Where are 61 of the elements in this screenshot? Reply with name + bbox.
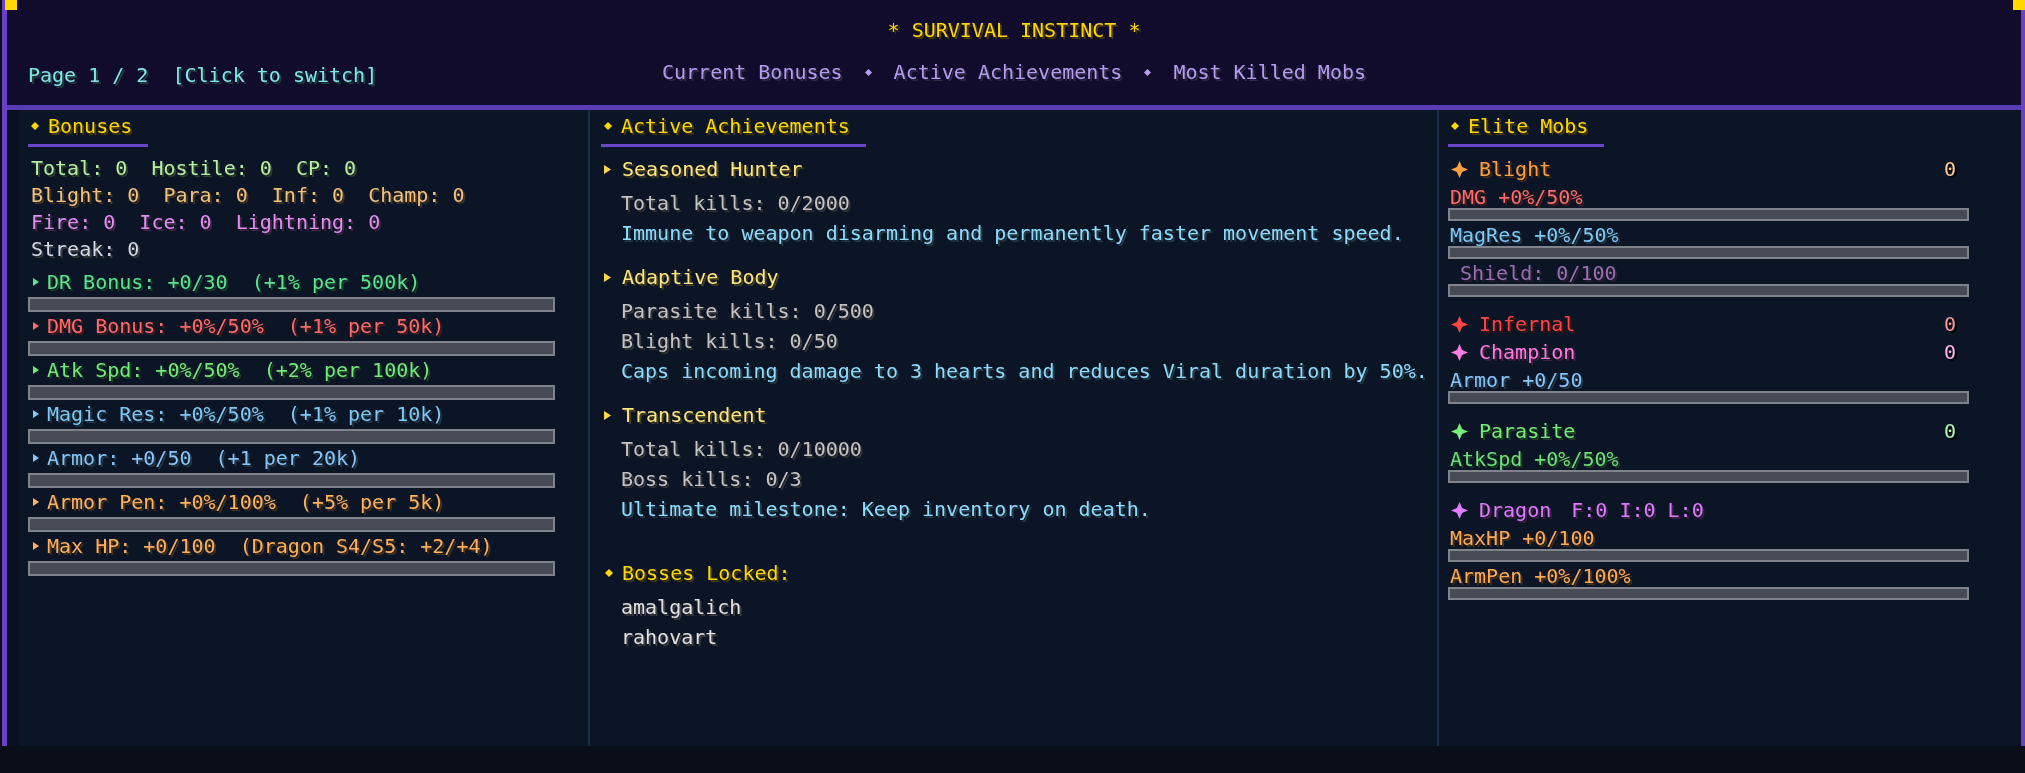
bonus-label: Magic Res: +0%/50% (+1% per 10k) (47, 401, 445, 427)
requirement-text: Total kills: 0/10000 (621, 436, 862, 463)
diamond-icon (604, 122, 612, 130)
stat-label: DMG +0%/50% (1450, 186, 1583, 208)
section-title: Bonuses (48, 114, 133, 138)
page-switch-link[interactable]: Page 1 / 2 [Click to switch] (28, 61, 378, 89)
diamond-icon (864, 68, 872, 76)
stat-label: AtkSpd +0%/50% (1450, 448, 1619, 470)
mob-name: Champion (1479, 339, 1576, 366)
mob-name: Blight (1479, 156, 1552, 183)
bonus-label: Armor: +0/50 (+1 per 20k) (47, 445, 361, 471)
diamond-icon (1144, 68, 1152, 76)
section-title: Active Achievements (621, 114, 850, 138)
bonus-label: DR Bonus: +0/30 (+1% per 500k) (47, 269, 421, 295)
requirement-text: Blight kills: 0/50 (621, 328, 838, 355)
achievement-title: Seasoned Hunter (622, 156, 803, 183)
triangle-icon (604, 164, 611, 174)
boss-name: amalgalich (621, 594, 742, 621)
stat-label: Shield: 0/100 (1460, 262, 1617, 284)
kill-count: 0 (1943, 156, 1956, 183)
kill-count: 0 (1943, 311, 1956, 338)
stat-label: Armor +0/50 (1450, 369, 1583, 391)
bonus-label: Max HP: +0/100 (Dragon S4/S5: +2/+4) (47, 533, 493, 559)
achievement-description: Immune to weapon disarming and permanently faster movement speed. (621, 220, 1404, 247)
stat-summary-text: Fire: 0 Ice: 0 Lightning: 0 (31, 209, 381, 236)
triangle-icon (604, 410, 611, 420)
element-counts: F:0 I:0 L:0 (1571, 497, 1704, 524)
stat-summary-text: Blight: 0 Para: 0 Inf: 0 Champ: 0 (31, 182, 465, 209)
achievement-title: Adaptive Body (622, 264, 779, 291)
locked-bosses-title: Bosses Locked: (622, 560, 791, 587)
kill-count: 0 (1943, 339, 1956, 366)
mob-name: Parasite (1479, 418, 1576, 445)
mob-name: Dragon (1479, 497, 1552, 524)
corner-square-icon (5, 0, 17, 10)
achievement-description: Ultimate milestone: Keep inventory on death. (621, 496, 1151, 523)
diamond-icon (605, 569, 613, 577)
bonus-label: Atk Spd: +0%/50% (+2% per 100k) (47, 357, 433, 383)
stat-summary-text: Total: 0 Hostile: 0 CP: 0 (31, 155, 357, 182)
panel-title: * SURVIVAL INSTINCT * (887, 17, 1141, 44)
requirement-text: Total kills: 0/2000 (621, 190, 850, 217)
stat-label: MaxHP +0/100 (1450, 527, 1595, 549)
bonus-label: Armor Pen: +0%/100% (+5% per 5k) (47, 489, 445, 515)
mob-name: Infernal (1479, 311, 1576, 338)
diamond-icon (31, 122, 39, 130)
diamond-icon (1451, 122, 1459, 130)
corner-square-icon (2013, 0, 2025, 10)
section-nav-label: Active Achievements (893, 59, 1123, 86)
requirement-text: Parasite kills: 0/500 (621, 298, 874, 325)
section-nav-label: Most Killed Mobs (1173, 59, 1367, 86)
stat-label: MagRes +0%/50% (1450, 224, 1619, 246)
requirement-text: Boss kills: 0/3 (621, 466, 802, 493)
triangle-icon (604, 272, 611, 282)
stat-label: ArmPen +0%/100% (1450, 565, 1631, 587)
bonus-label: DMG Bonus: +0%/50% (+1% per 50k) (47, 313, 445, 339)
stat-summary-text: Streak: 0 (31, 236, 140, 263)
achievement-description: Caps incoming damage to 3 hearts and reduces Viral duration by 50%. (621, 358, 1428, 385)
boss-name: rahovart (621, 624, 718, 651)
section-title: Elite Mobs (1468, 114, 1589, 138)
achievement-title: Transcendent (622, 402, 767, 429)
kill-count: 0 (1943, 418, 1956, 445)
section-nav-label: Current Bonuses (661, 59, 843, 86)
